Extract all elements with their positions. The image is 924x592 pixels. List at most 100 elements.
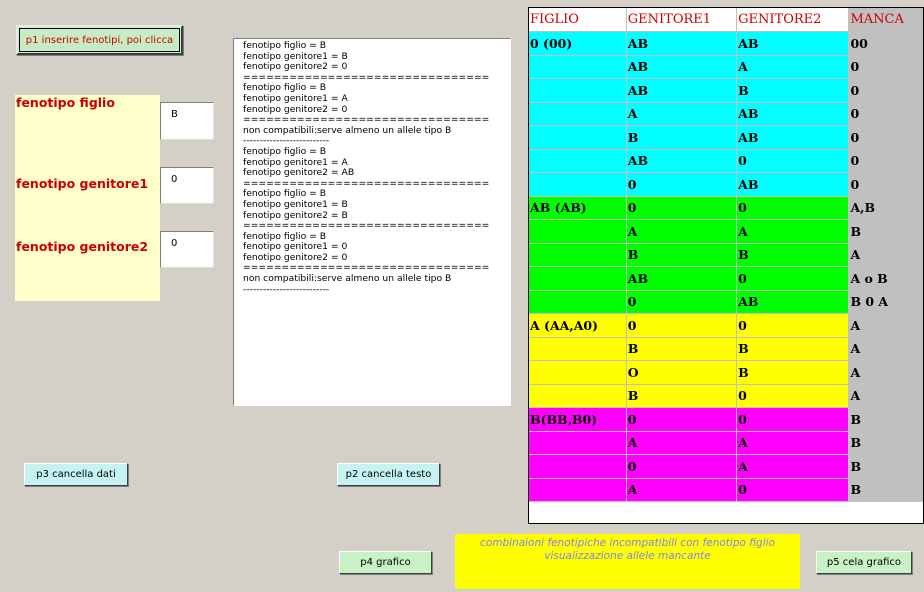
table-cell: B <box>848 219 923 244</box>
table-row: 0 (00) AB AB 00 <box>529 31 923 56</box>
table-cell <box>529 125 627 150</box>
figlio-input[interactable]: B <box>160 102 214 140</box>
table-cell <box>529 149 627 173</box>
p1-insert-button[interactable]: p1 inserire fenotipi, poi clicca <box>16 25 183 55</box>
table-cell: 0 <box>848 78 923 103</box>
table-header-cell: MANCA <box>848 8 923 32</box>
table-cell: B <box>736 360 850 385</box>
genitore1-input[interactable]: 0 <box>160 167 214 204</box>
table-row: AAB <box>529 219 923 244</box>
table-cell: 0 <box>626 313 738 338</box>
table-cell: A,B <box>848 196 923 220</box>
table-cell: A <box>736 454 850 479</box>
table-cell: A <box>736 55 850 79</box>
p4-chart-button[interactable]: p4 grafico <box>339 551 432 574</box>
output-log-textarea[interactable]: fenotipo figlio = B fenotipo genitore1 =… <box>233 38 511 406</box>
table-cell: A <box>626 102 738 126</box>
table-cell <box>529 243 627 267</box>
table-cell: 0 <box>736 149 850 173</box>
table-cell: B <box>736 243 850 267</box>
table-cell <box>529 431 627 455</box>
table-cell: 0 <box>736 266 850 291</box>
table-cell: 0 <box>626 172 738 197</box>
labels-panel <box>15 95 160 301</box>
table-row: A AB 0 <box>529 102 923 126</box>
p5-hide-chart-button[interactable]: p5 cela grafico <box>816 551 912 574</box>
table-header-cell: GENITORE2 <box>736 8 850 32</box>
table-cell: 0 <box>848 172 923 197</box>
table-cell: AB <box>736 172 850 197</box>
table-cell: A <box>848 337 923 361</box>
table-row: AB A 0 <box>529 55 923 79</box>
table-cell: B <box>848 454 923 479</box>
table-row: 0 AB B 0 A <box>529 290 923 314</box>
table-cell: 0 <box>626 196 738 220</box>
table-cell: A <box>736 431 850 455</box>
table-cell: 0 <box>626 290 738 314</box>
table-cell: A <box>626 478 738 502</box>
table-cell: 0 <box>848 102 923 126</box>
table-cell: A <box>736 219 850 244</box>
note-box: combinaioni fenotipiche incompatibili co… <box>455 534 800 589</box>
table-row: A (AA,A0) 0 0 A <box>529 313 923 338</box>
table-header-cell: GENITORE1 <box>626 8 738 32</box>
table-row: AB 0 A o B <box>529 266 923 291</box>
table-row: B(BB,B0) 0 0 B <box>529 407 923 432</box>
table-row: AB (AB) 0 0 A,B <box>529 196 923 220</box>
table-cell: 0 <box>848 149 923 173</box>
table-cell: 0 <box>736 196 850 220</box>
genitore1-label: fenotipo genitore1 <box>16 176 149 191</box>
combinations-table-panel: FIGLIO GENITORE1 GENITORE2 MANCA 0 (00) AB AB 0… <box>528 7 924 524</box>
table-row: A0B <box>529 478 923 502</box>
genitore2-input[interactable]: 0 <box>160 231 214 268</box>
table-cell: B <box>736 78 850 103</box>
table-cell: A (AA,A0) <box>529 313 627 338</box>
table-row: BBA <box>529 243 923 267</box>
table-cell <box>529 266 627 291</box>
table-row: AB 0 0 <box>529 149 923 173</box>
table-cell: AB <box>626 31 738 56</box>
table-cell <box>529 102 627 126</box>
table-cell: 0 (00) <box>529 31 627 56</box>
table-cell <box>529 78 627 103</box>
table-cell: AB <box>736 290 850 314</box>
table-cell <box>529 478 627 502</box>
table-cell: AB <box>736 31 850 56</box>
table-cell: 0 <box>848 55 923 79</box>
p2-clear-text-button[interactable]: p2 cancella testo <box>337 463 440 486</box>
table-cell: B <box>848 407 923 432</box>
table-cell: AB <box>626 78 738 103</box>
table-cell <box>529 55 627 79</box>
note-line-1: combinaioni fenotipiche incompatibili co… <box>480 537 775 549</box>
table-cell <box>529 384 627 408</box>
table-cell: A <box>626 219 738 244</box>
table-cell <box>529 219 627 244</box>
p3-clear-data-button[interactable]: p3 cancella dati <box>24 463 128 486</box>
table-cell: B(BB,B0) <box>529 407 627 432</box>
table-row: B0A <box>529 384 923 408</box>
table-cell: 0 <box>736 384 850 408</box>
table-cell <box>529 337 627 361</box>
table-cell: 00 <box>848 31 923 56</box>
table-row: B AB 0 <box>529 125 923 150</box>
table-cell: B <box>626 243 738 267</box>
table-cell <box>529 290 627 314</box>
table-cell: AB <box>736 102 850 126</box>
table-header-cell: FIGLIO <box>529 8 627 32</box>
table-cell: 0 <box>848 125 923 150</box>
table-row: AB B 0 <box>529 78 923 103</box>
table-cell: B <box>626 125 738 150</box>
table-cell: A <box>848 313 923 338</box>
table-cell: 0 <box>626 454 738 479</box>
table-cell: 0 <box>736 478 850 502</box>
table-cell <box>529 454 627 479</box>
table-cell: AB <box>626 55 738 79</box>
table-cell: A <box>848 243 923 267</box>
table-row: AAB <box>529 431 923 455</box>
genitore2-label: fenotipo genitore2 <box>16 239 149 254</box>
table-cell: B <box>736 337 850 361</box>
table-cell: B 0 A <box>848 290 923 314</box>
table-cell: A <box>848 384 923 408</box>
table-cell: 0 <box>736 407 850 432</box>
table-cell: B <box>848 478 923 502</box>
